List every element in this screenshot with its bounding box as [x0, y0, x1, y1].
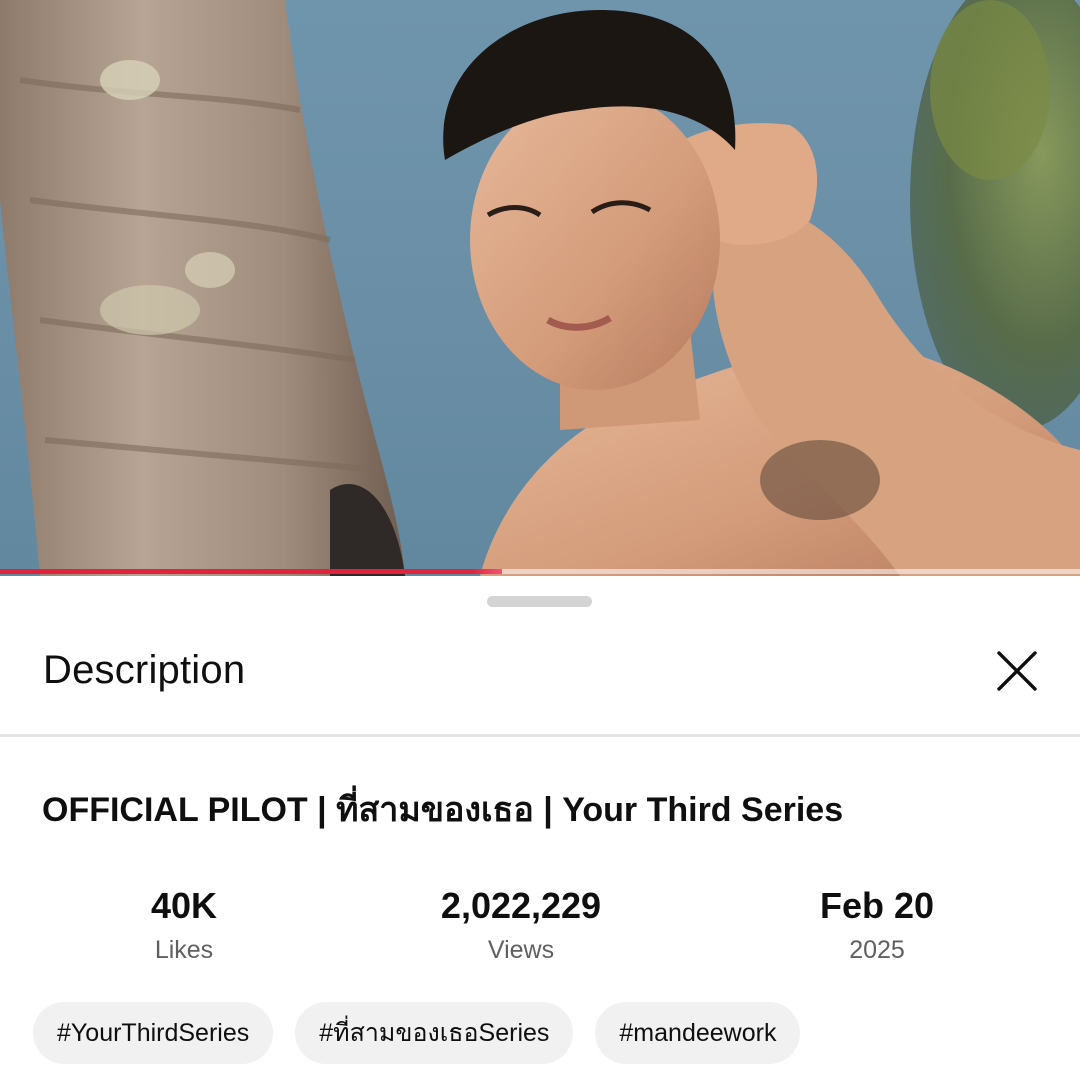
hashtag-chip[interactable]: #YourThirdSeries	[33, 1002, 274, 1064]
video-title: OFFICIAL PILOT | ที่สามของเธอ | Your Thi…	[42, 791, 844, 829]
youtube-description-screen: Description OFFICIAL PILOT | ที่สามของเธ…	[0, 0, 1080, 1072]
hashtag-chip[interactable]: #ที่สามของเธอSeries	[295, 1002, 574, 1064]
hashtag-chip[interactable]: #mandeework	[595, 1002, 801, 1064]
video-player[interactable]	[0, 0, 1080, 576]
close-button[interactable]	[990, 644, 1044, 698]
views-count: 2,022,229	[440, 885, 602, 926]
sheet-drag-handle[interactable]	[487, 596, 592, 607]
likes-stat: 40K Likes	[34, 882, 334, 968]
sheet-divider	[0, 734, 1080, 737]
video-frame	[0, 0, 1080, 576]
description-sheet: Description OFFICIAL PILOT | ที่สามของเธ…	[0, 576, 1080, 1072]
likes-label: Likes	[154, 936, 214, 964]
playback-progress-bar[interactable]	[0, 569, 1080, 574]
likes-count: 40K	[150, 885, 218, 926]
upload-date-stat: Feb 20 2025	[727, 882, 1027, 968]
hashtag-chips: #YourThirdSeries #ที่สามของเธอSeries #ma…	[33, 1002, 801, 1064]
playback-progress-fill	[0, 569, 503, 574]
views-label: Views	[487, 936, 555, 964]
close-icon	[997, 651, 1037, 691]
views-stat: 2,022,229 Views	[371, 882, 671, 968]
upload-date: Feb 20	[819, 885, 935, 926]
sheet-heading: Description	[43, 648, 246, 692]
upload-year: 2025	[849, 936, 905, 964]
